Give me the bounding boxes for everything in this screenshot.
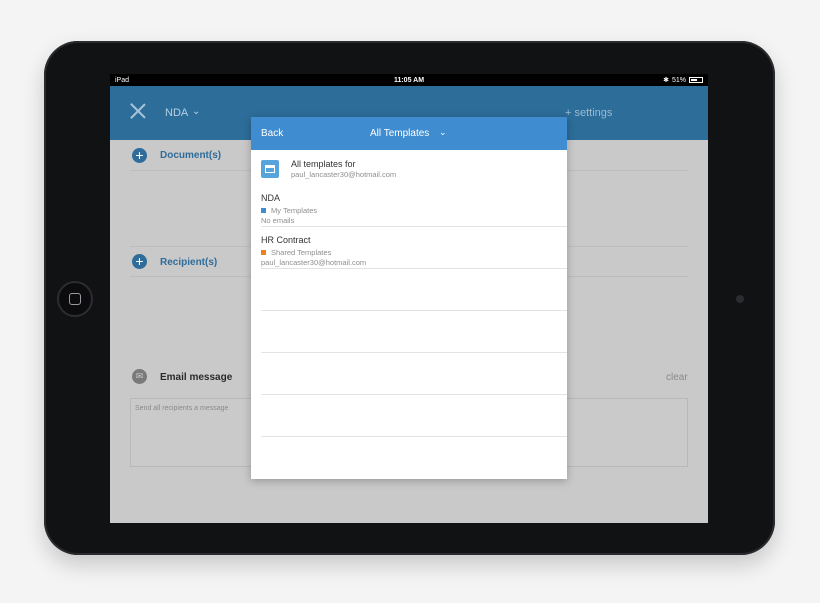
mail-icon: ✉ — [132, 369, 147, 384]
folder-color-swatch — [261, 250, 266, 255]
template-row[interactable]: HR Contract Shared Templates paul_lancas… — [251, 227, 567, 269]
template-folder-name: Shared Templates — [271, 248, 332, 257]
status-bar: iPad 11:05 AM ✱ 51% — [110, 74, 708, 86]
all-templates-title: All templates for — [291, 159, 356, 169]
template-folder: Shared Templates — [261, 248, 331, 257]
recipients-label[interactable]: Recipient(s) — [160, 257, 217, 268]
close-icon[interactable] — [130, 103, 146, 119]
all-templates-email: paul_lancaster30@hotmail.com — [291, 170, 397, 179]
template-extra: paul_lancaster30@hotmail.com — [261, 258, 367, 267]
settings-link[interactable]: + settings — [565, 107, 612, 119]
template-extra: No emails — [261, 216, 295, 225]
template-name: NDA — [261, 193, 281, 203]
template-folder: My Templates — [261, 206, 317, 215]
home-button[interactable] — [57, 281, 93, 317]
battery-icon — [689, 77, 703, 83]
back-button[interactable]: Back — [261, 128, 283, 139]
template-name: HR Contract — [261, 235, 311, 245]
email-message-label: Email message — [160, 372, 233, 383]
add-document-icon[interactable]: + — [132, 148, 147, 163]
template-row[interactable]: NDA My Templates No emails — [251, 185, 567, 227]
empty-row — [251, 311, 567, 353]
empty-row — [251, 395, 567, 437]
modal-header: Back All Templates ⌄ — [251, 117, 567, 150]
home-square-icon — [69, 293, 81, 305]
empty-row — [251, 353, 567, 395]
empty-row — [251, 269, 567, 311]
chevron-down-icon[interactable]: ⌄ — [192, 106, 200, 117]
templates-modal: Back All Templates ⌄ All templates for p… — [251, 117, 567, 479]
divider — [261, 436, 567, 437]
documents-label[interactable]: Document(s) — [160, 150, 221, 161]
status-time: 11:05 AM — [393, 76, 425, 84]
template-folder-name: My Templates — [271, 206, 318, 215]
folder-color-swatch — [261, 208, 266, 213]
folder-icon — [261, 160, 279, 178]
chevron-down-icon[interactable]: ⌄ — [439, 127, 447, 138]
clear-button[interactable]: clear — [666, 372, 688, 383]
all-templates-row[interactable]: All templates for paul_lancaster30@hotma… — [251, 150, 567, 185]
front-camera — [736, 295, 744, 303]
document-title[interactable]: NDA — [165, 107, 188, 119]
modal-title[interactable]: All Templates — [370, 128, 429, 139]
add-recipient-icon[interactable]: + — [132, 254, 147, 269]
